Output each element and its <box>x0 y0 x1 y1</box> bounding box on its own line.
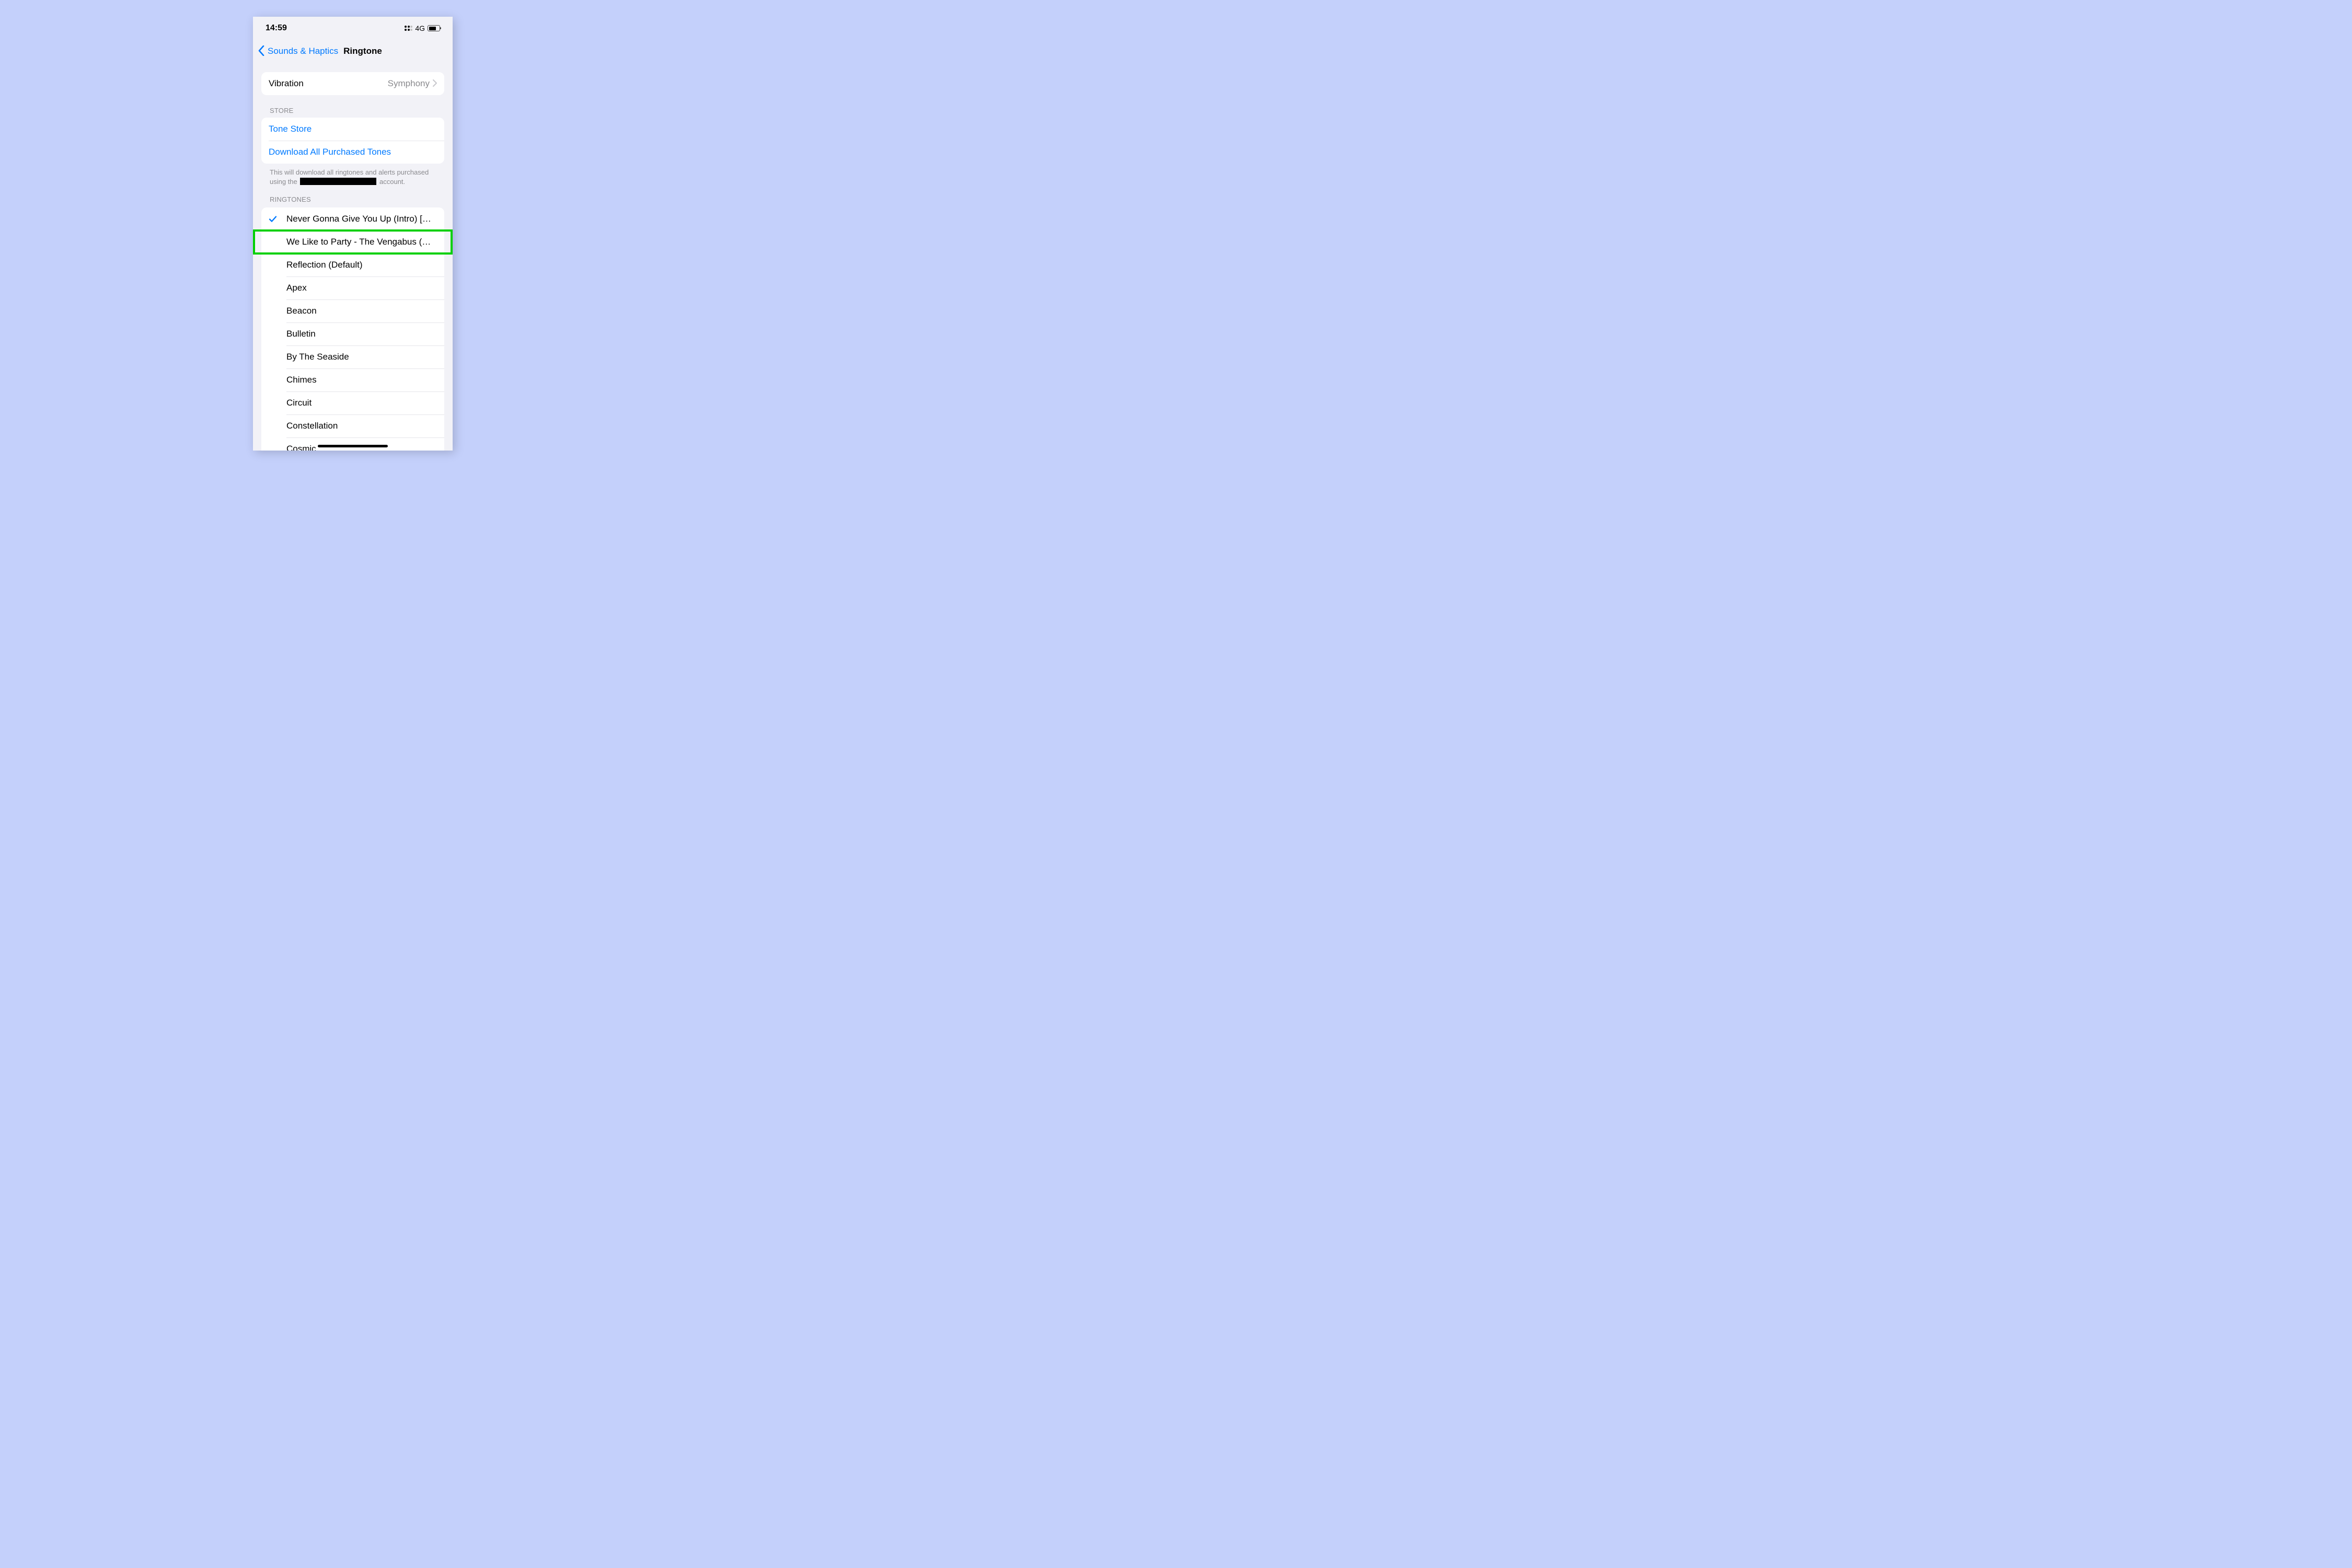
ringtone-row[interactable]: Chimes <box>261 368 444 391</box>
checkmark-icon <box>269 215 286 223</box>
store-section-header: STORE <box>270 107 444 114</box>
navigation-bar: Sounds & Haptics Ringtone <box>253 40 453 63</box>
store-group: Tone Store Download All Purchased Tones <box>261 118 444 164</box>
vibration-label: Vibration <box>269 78 388 89</box>
ringtone-label: Circuit <box>286 398 437 408</box>
ringtone-row[interactable]: Bulletin <box>261 322 444 345</box>
content-area: Vibration Symphony STORE Tone Store Down… <box>253 63 453 451</box>
vibration-value: Symphony <box>388 78 430 89</box>
ringtone-label: Reflection (Default) <box>286 260 437 270</box>
ringtones-section-header: RINGTONES <box>270 195 444 203</box>
home-indicator <box>318 445 388 447</box>
ringtone-row[interactable]: Never Gonna Give You Up (Intro) [Origi… <box>261 207 444 230</box>
ringtone-label: Chimes <box>286 375 437 385</box>
ringtone-row[interactable]: Circuit <box>261 391 444 414</box>
ringtone-row[interactable]: By The Seaside <box>261 345 444 368</box>
ringtone-row[interactable]: Beacon <box>261 299 444 322</box>
page-title: Ringtone <box>343 46 382 56</box>
back-button[interactable]: Sounds & Haptics <box>268 46 338 56</box>
ringtones-list: Never Gonna Give You Up (Intro) [Origi… W… <box>261 207 444 451</box>
ringtone-label: Constellation <box>286 421 437 431</box>
ringtone-label: Never Gonna Give You Up (Intro) [Origi… <box>286 214 437 224</box>
back-chevron-icon[interactable] <box>258 44 266 58</box>
status-time: 14:59 <box>266 24 287 33</box>
ringtone-label: Beacon <box>286 306 437 316</box>
vibration-group: Vibration Symphony <box>261 72 444 95</box>
signal-strength-icon <box>405 26 412 31</box>
status-bar: 14:59 4G <box>253 17 453 40</box>
phone-frame: 14:59 4G Sounds & Haptics Ringtone <box>253 17 453 451</box>
ringtone-row[interactable]: Cosmic <box>261 437 444 451</box>
page-background: 14:59 4G Sounds & Haptics Ringtone <box>0 0 706 470</box>
tone-store-row[interactable]: Tone Store <box>261 118 444 141</box>
battery-icon <box>428 25 440 31</box>
redacted-account <box>300 178 376 185</box>
ringtone-row[interactable]: Reflection (Default) <box>261 253 444 276</box>
download-all-link[interactable]: Download All Purchased Tones <box>269 147 437 157</box>
tone-store-link[interactable]: Tone Store <box>269 124 437 134</box>
ringtone-label: We Like to Party - The Vengabus (Ring… <box>286 237 437 247</box>
footer-text-post: account. <box>379 178 405 186</box>
ringtone-label: Apex <box>286 283 437 293</box>
store-section-footer: This will download all ringtones and ale… <box>270 168 444 186</box>
download-all-row[interactable]: Download All Purchased Tones <box>261 141 444 164</box>
ringtone-label: Bulletin <box>286 329 437 339</box>
vibration-row[interactable]: Vibration Symphony <box>261 72 444 95</box>
ringtone-row[interactable]: Constellation <box>261 414 444 437</box>
status-right: 4G <box>405 24 440 32</box>
chevron-right-icon <box>433 78 437 89</box>
ringtone-row[interactable]: Apex <box>261 276 444 299</box>
ringtone-label: By The Seaside <box>286 352 437 362</box>
network-label: 4G <box>415 24 425 32</box>
ringtone-row[interactable]: We Like to Party - The Vengabus (Ring… <box>261 230 444 253</box>
